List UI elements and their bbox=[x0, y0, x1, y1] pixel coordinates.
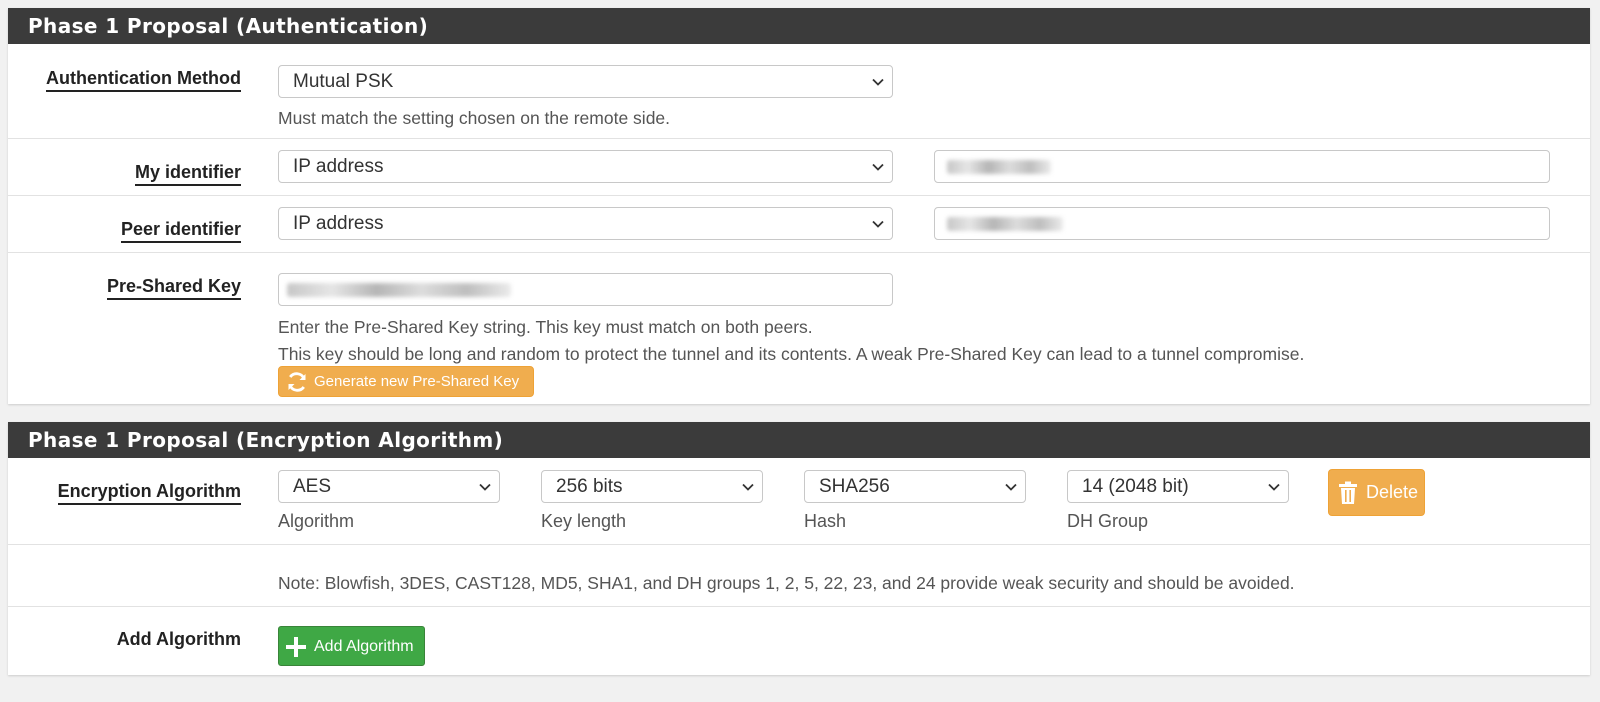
my-identifier-type-select[interactable]: IP address bbox=[278, 150, 893, 183]
key-length-select[interactable]: 256 bits bbox=[541, 470, 763, 503]
chevron-down-icon bbox=[872, 220, 884, 228]
encryption-algorithm-label: Encryption Algorithm bbox=[57, 481, 241, 505]
my-identifier-type-value: IP address bbox=[293, 156, 384, 177]
psk-label: Pre-Shared Key bbox=[106, 276, 241, 300]
psk-input[interactable] bbox=[278, 273, 893, 306]
refresh-icon bbox=[288, 372, 306, 392]
redacted-value bbox=[947, 160, 1051, 174]
my-identifier-label: My identifier bbox=[134, 162, 241, 186]
generate-psk-button[interactable]: Generate new Pre-Shared Key bbox=[278, 366, 534, 397]
plus-icon bbox=[286, 637, 306, 657]
peer-identifier-label: Peer identifier bbox=[120, 219, 241, 243]
peer-identifier-type-value: IP address bbox=[293, 213, 384, 234]
hash-caption: Hash bbox=[804, 511, 847, 531]
delete-label: Delete bbox=[1366, 482, 1419, 502]
psk-row: Pre-Shared Key Enter the Pre-Shared Key … bbox=[8, 253, 1590, 404]
auth-panel: Phase 1 Proposal (Authentication) Authen… bbox=[8, 8, 1590, 404]
hash-value: SHA256 bbox=[819, 476, 890, 497]
algorithm-select[interactable]: AES bbox=[278, 470, 500, 503]
chevron-down-icon bbox=[742, 483, 754, 491]
chevron-down-icon bbox=[1005, 483, 1017, 491]
chevron-down-icon bbox=[872, 163, 884, 171]
chevron-down-icon bbox=[872, 78, 884, 86]
psk-help-line2: This key should be long and random to pr… bbox=[278, 344, 1305, 364]
auth-panel-title: Phase 1 Proposal (Authentication) bbox=[8, 8, 1590, 44]
chevron-down-icon bbox=[1268, 483, 1280, 491]
auth-method-select[interactable]: Mutual PSK bbox=[278, 65, 893, 98]
psk-help-line1: Enter the Pre-Shared Key string. This ke… bbox=[278, 317, 813, 337]
trash-icon bbox=[1339, 481, 1357, 504]
add-algorithm-button[interactable]: Add Algorithm bbox=[278, 626, 425, 666]
dh-group-value: 14 (2048 bit) bbox=[1082, 476, 1189, 497]
encryption-panel-title: Phase 1 Proposal (Encryption Algorithm) bbox=[8, 422, 1590, 458]
my-identifier-value-input[interactable] bbox=[934, 150, 1550, 183]
delete-button[interactable]: Delete bbox=[1328, 469, 1425, 516]
add-algorithm-row: Add Algorithm Add Algorithm bbox=[8, 607, 1590, 675]
auth-method-row: Authentication Method Mutual PSK Must ma… bbox=[8, 44, 1590, 139]
auth-method-value: Mutual PSK bbox=[293, 71, 394, 92]
redacted-value bbox=[947, 217, 1063, 231]
add-algorithm-button-label: Add Algorithm bbox=[314, 638, 414, 655]
generate-psk-label: Generate new Pre-Shared Key bbox=[314, 373, 520, 390]
peer-identifier-type-select[interactable]: IP address bbox=[278, 207, 893, 240]
note-row: Note: Blowfish, 3DES, CAST128, MD5, SHA1… bbox=[8, 545, 1590, 607]
algorithm-value: AES bbox=[293, 476, 332, 497]
algorithm-caption: Algorithm bbox=[278, 511, 355, 531]
my-identifier-row: My identifier IP address bbox=[8, 139, 1590, 196]
encryption-algorithm-row: Encryption Algorithm AES Algorithm 256 b… bbox=[8, 458, 1590, 545]
dh-group-caption: DH Group bbox=[1067, 511, 1149, 531]
key-length-value: 256 bits bbox=[556, 476, 623, 497]
encryption-panel: Phase 1 Proposal (Encryption Algorithm) … bbox=[8, 422, 1590, 675]
peer-identifier-row: Peer identifier IP address bbox=[8, 196, 1590, 253]
redacted-value bbox=[287, 283, 511, 297]
hash-select[interactable]: SHA256 bbox=[804, 470, 1026, 503]
add-algorithm-label: Add Algorithm bbox=[116, 629, 241, 649]
key-length-caption: Key length bbox=[541, 511, 627, 531]
auth-method-label: Authentication Method bbox=[46, 68, 241, 92]
peer-identifier-value-input[interactable] bbox=[934, 207, 1550, 240]
chevron-down-icon bbox=[479, 483, 491, 491]
dh-group-select[interactable]: 14 (2048 bit) bbox=[1067, 470, 1289, 503]
auth-method-help: Must match the setting chosen on the rem… bbox=[278, 108, 671, 128]
weak-security-note: Note: Blowfish, 3DES, CAST128, MD5, SHA1… bbox=[278, 573, 1295, 593]
